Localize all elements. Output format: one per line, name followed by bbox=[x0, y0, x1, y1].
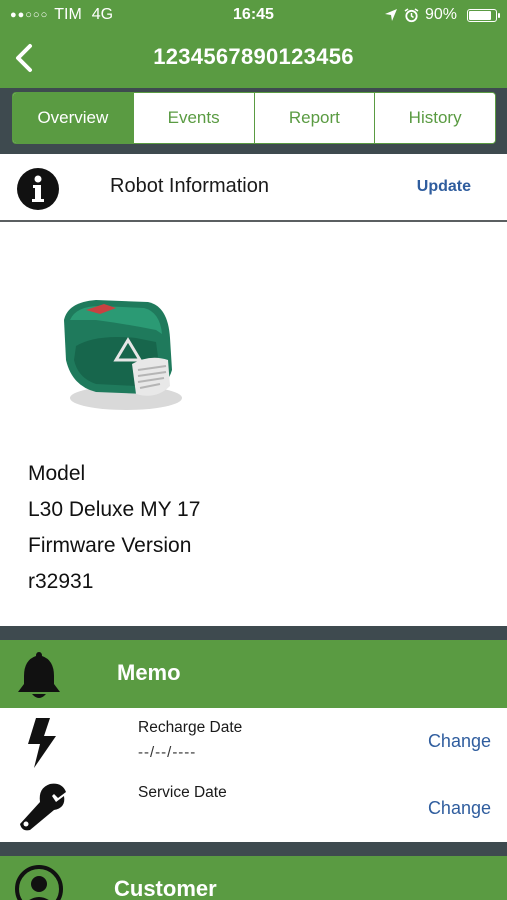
page-title: 1234567890123456 bbox=[153, 44, 354, 69]
service-change-button[interactable]: Change bbox=[428, 798, 491, 819]
status-right: 90% bbox=[384, 6, 500, 24]
battery-percent: 90% bbox=[424, 6, 457, 23]
tab-events[interactable]: Events bbox=[133, 93, 255, 143]
firmware-value: r32931 bbox=[28, 570, 94, 593]
recharge-date-value: --/--/---- bbox=[138, 744, 197, 761]
navigation-bar: 1234567890123456 bbox=[0, 30, 507, 88]
section-divider bbox=[0, 842, 507, 856]
recharge-row: Recharge Date --/--/---- Change bbox=[0, 708, 507, 774]
segmented-tabs: Overview Events Report History bbox=[12, 92, 496, 144]
update-button[interactable]: Update bbox=[417, 178, 471, 196]
battery-icon bbox=[467, 8, 500, 22]
recharge-date-label: Recharge Date bbox=[138, 719, 243, 736]
model-value: L30 Deluxe MY 17 bbox=[28, 498, 201, 521]
firmware-label: Firmware Version bbox=[28, 534, 192, 557]
tab-history[interactable]: History bbox=[375, 93, 495, 143]
location-arrow-icon bbox=[384, 9, 397, 21]
alarm-icon bbox=[404, 7, 419, 22]
status-bar: ●●○○○ TIM 4G 16:45 90% bbox=[0, 0, 507, 30]
service-row: Service Date Change bbox=[0, 774, 507, 840]
memo-header: Memo bbox=[0, 640, 507, 708]
robot-mower-image bbox=[64, 300, 182, 410]
user-icon bbox=[15, 865, 63, 900]
recharge-change-button[interactable]: Change bbox=[428, 731, 491, 752]
model-label: Model bbox=[28, 462, 86, 485]
service-date-label: Service Date bbox=[138, 784, 227, 801]
tab-overview[interactable]: Overview bbox=[13, 93, 134, 143]
battery-fill bbox=[469, 10, 491, 20]
wrench-icon bbox=[20, 783, 66, 831]
info-icon bbox=[17, 168, 59, 210]
robot-info-header: Robot Information Update bbox=[0, 154, 507, 222]
robot-info-title: Robot Information bbox=[110, 175, 269, 197]
customer-title: Customer bbox=[114, 876, 217, 900]
section-divider bbox=[0, 626, 507, 640]
model-info: Model L30 Deluxe MY 17 Firmware Version … bbox=[28, 456, 200, 600]
memo-title: Memo bbox=[117, 660, 181, 685]
bell-icon bbox=[18, 652, 60, 698]
tab-report[interactable]: Report bbox=[254, 93, 376, 143]
tabs-container: Overview Events Report History bbox=[0, 88, 507, 154]
customer-header: Customer bbox=[0, 856, 507, 900]
lightning-icon bbox=[28, 718, 56, 768]
